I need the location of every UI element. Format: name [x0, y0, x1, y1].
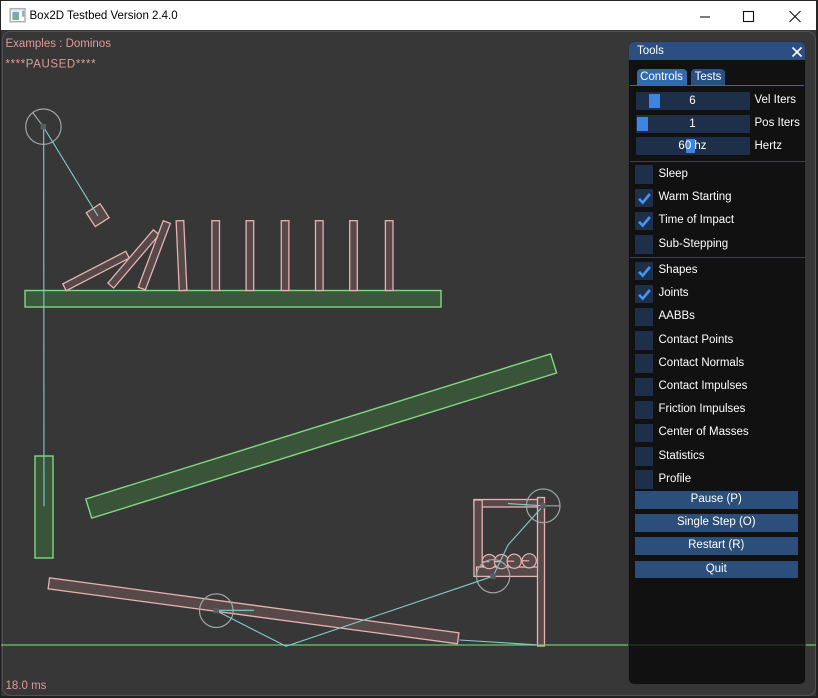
- svg-text:Examples : Dominos: Examples : Dominos: [6, 38, 112, 50]
- svg-text:18.0 ms: 18.0 ms: [6, 680, 47, 692]
- svg-text:****PAUSED****: ****PAUSED****: [6, 58, 97, 70]
